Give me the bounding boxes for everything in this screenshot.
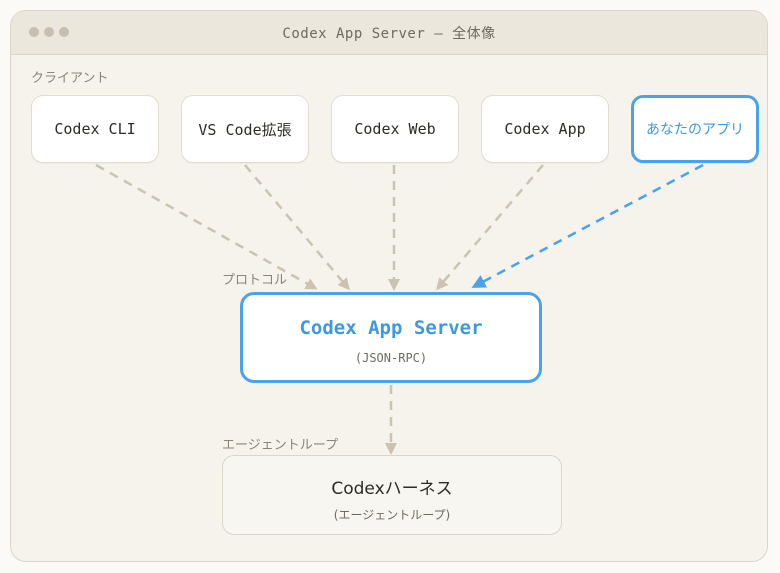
client-codex-cli: Codex CLI <box>31 95 159 163</box>
server-subtitle: (JSON-RPC) <box>354 351 428 365</box>
harness-box: Codexハーネス (エージェントループ) <box>222 455 562 535</box>
client-your-app: あなたのアプリ <box>631 95 759 163</box>
diagram-window: Codex App Server — 全体像 クライアント Codex CLI … <box>10 10 768 562</box>
client-codex-web: Codex Web <box>331 95 459 163</box>
harness-title: Codexハーネス <box>331 479 453 499</box>
agent-loop-section-label: エージェントループ <box>222 438 338 453</box>
server-title: Codex App Server <box>299 317 483 339</box>
clients-section-label: クライアント <box>31 71 109 86</box>
app-server-box: Codex App Server (JSON-RPC) <box>240 292 542 383</box>
arrow-app-to-server <box>436 164 544 291</box>
client-codex-app: Codex App <box>481 95 609 163</box>
protocol-section-label: プロトコル <box>222 273 288 288</box>
arrow-yourapp-to-server <box>471 163 704 288</box>
harness-subtitle: (エージェントループ) <box>333 508 451 522</box>
client-vscode-extension: VS Code拡張 <box>181 95 309 163</box>
